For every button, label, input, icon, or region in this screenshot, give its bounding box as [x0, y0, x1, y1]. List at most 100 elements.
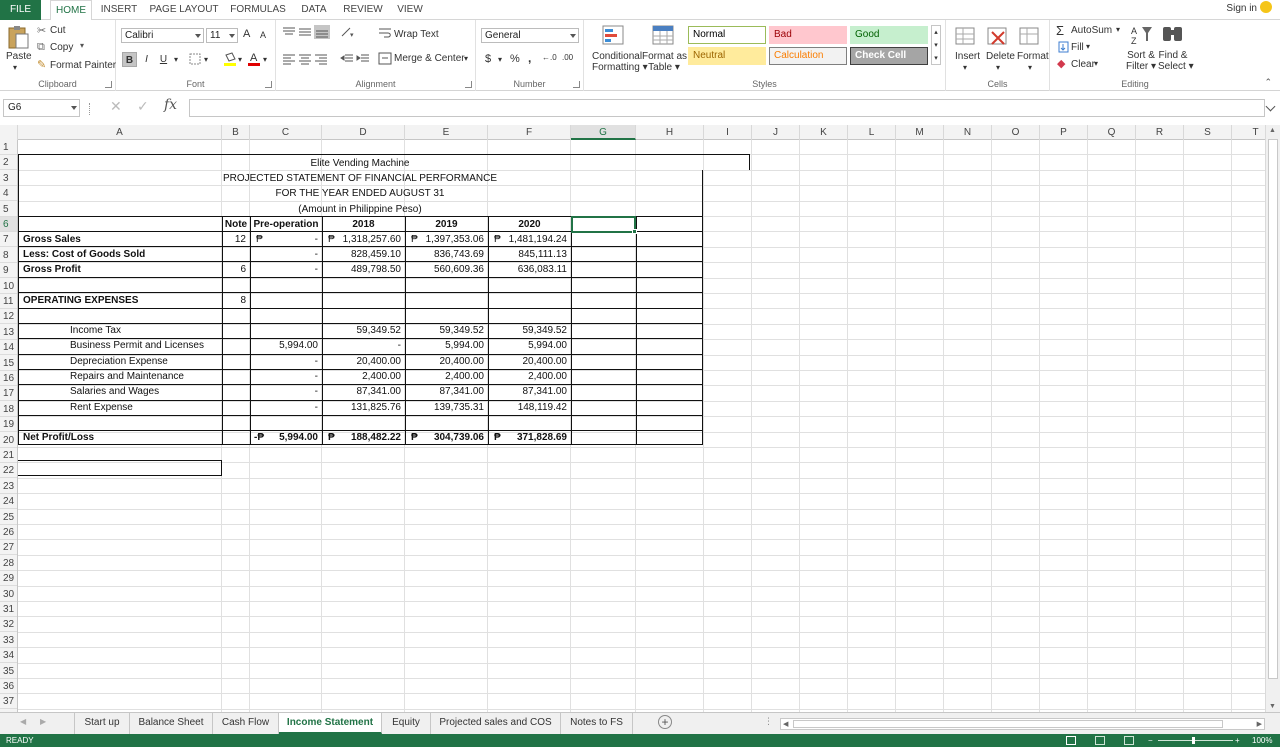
row-header-20[interactable]: 20 — [0, 433, 17, 448]
column-header-k[interactable]: K — [800, 125, 848, 140]
column-header-f[interactable]: F — [488, 125, 571, 140]
style-calculation[interactable]: Calculation — [769, 47, 847, 65]
column-header-p[interactable]: P — [1040, 125, 1088, 140]
align-top-icon[interactable] — [282, 26, 296, 38]
fill-button[interactable]: Fill — [1071, 42, 1084, 53]
sort-filter-button[interactable]: Sort & Filter ▾ — [1126, 50, 1156, 72]
row-header-4[interactable]: 4 — [0, 186, 17, 202]
row-header-23[interactable]: 23 — [0, 479, 17, 494]
tab-split-handle[interactable]: ⋮ — [764, 716, 773, 727]
tab-view[interactable]: VIEW — [394, 0, 426, 20]
insert-function-icon[interactable]: fx — [164, 97, 177, 113]
row-header-8[interactable]: 8 — [0, 248, 17, 263]
tab-home[interactable]: HOME — [50, 0, 92, 21]
row-header-28[interactable]: 28 — [0, 556, 17, 571]
scroll-up-icon[interactable]: ▲ — [1269, 127, 1276, 134]
percent-style-button[interactable]: % — [510, 53, 520, 65]
tab-data[interactable]: DATA — [296, 0, 332, 20]
row-header-35[interactable]: 35 — [0, 664, 17, 679]
row-header-10[interactable]: 10 — [0, 279, 17, 294]
horizontal-scroll-thumb[interactable] — [793, 720, 1223, 728]
column-header-c[interactable]: C — [250, 125, 322, 140]
normal-view-icon[interactable] — [1066, 736, 1076, 745]
row-header-29[interactable]: 29 — [0, 571, 17, 587]
grow-font-button[interactable]: A — [243, 28, 250, 40]
zoom-slider[interactable] — [1158, 740, 1233, 741]
tab-review[interactable]: REVIEW — [340, 0, 386, 20]
row-header-30[interactable]: 30 — [0, 587, 17, 602]
underline-button[interactable]: U — [156, 52, 171, 67]
sheet-tab-income-statement[interactable]: Income Statement — [279, 713, 382, 734]
worksheet-grid[interactable]: Elite Vending Machine PROJECTED STATEMEN… — [18, 140, 1265, 712]
fill-handle[interactable] — [632, 229, 637, 234]
clear-button[interactable]: Clear — [1071, 59, 1095, 70]
row-header-37[interactable]: 37 — [0, 694, 17, 710]
column-header-e[interactable]: E — [405, 125, 488, 140]
sign-in-link[interactable]: Sign in — [1226, 0, 1272, 20]
align-left-icon[interactable] — [282, 53, 296, 65]
comma-style-button[interactable]: , — [528, 51, 531, 65]
row-header-18[interactable]: 18 — [0, 402, 17, 417]
vertical-scroll-thumb[interactable] — [1268, 139, 1278, 679]
decrease-indent-icon[interactable] — [340, 53, 354, 65]
wrap-text-button[interactable]: Wrap Text — [394, 29, 439, 40]
borders-icon[interactable] — [189, 53, 201, 65]
row-header-24[interactable]: 24 — [0, 494, 17, 510]
column-header-n[interactable]: N — [944, 125, 992, 140]
tab-file[interactable]: FILE — [0, 0, 41, 20]
sheet-tab-projected-sales[interactable]: Projected sales and COS — [431, 713, 561, 734]
column-header-j[interactable]: J — [752, 125, 800, 140]
decrease-decimal-icon[interactable]: .00 — [562, 53, 573, 62]
row-header-26[interactable]: 26 — [0, 525, 17, 540]
row-header-31[interactable]: 31 — [0, 602, 17, 617]
row-header-5[interactable]: 5 — [0, 202, 17, 217]
cancel-icon[interactable]: ✕ — [110, 98, 122, 115]
sheet-tab-start-up[interactable]: Start up — [74, 713, 130, 734]
align-middle-icon[interactable] — [298, 26, 312, 38]
format-as-table-button[interactable]: Format as Table ▾ — [642, 51, 687, 73]
column-header-d[interactable]: D — [322, 125, 405, 140]
row-header-33[interactable]: 33 — [0, 633, 17, 648]
row-header-7[interactable]: 7 — [0, 232, 17, 248]
row-header-16[interactable]: 16 — [0, 371, 17, 386]
merge-center-button[interactable]: Merge & Center — [394, 53, 465, 64]
column-header-s[interactable]: S — [1184, 125, 1232, 140]
zoom-slider-thumb[interactable] — [1192, 737, 1195, 744]
column-header-g[interactable]: G — [571, 125, 636, 140]
column-header-m[interactable]: M — [896, 125, 944, 140]
clipboard-launcher[interactable] — [105, 81, 112, 88]
fill-color-icon[interactable] — [223, 51, 237, 67]
scroll-left-icon[interactable]: ◀ — [783, 719, 788, 730]
row-header-34[interactable]: 34 — [0, 648, 17, 664]
row-header-1[interactable]: 1 — [0, 140, 17, 155]
accounting-format-button[interactable]: $ — [485, 53, 491, 65]
sheet-tab-equity[interactable]: Equity — [382, 713, 431, 734]
sheet-tab-cash-flow[interactable]: Cash Flow — [213, 713, 279, 734]
column-header-q[interactable]: Q — [1088, 125, 1136, 140]
bold-button[interactable]: B — [122, 52, 137, 67]
delete-cells-button[interactable]: Delete — [986, 51, 1015, 62]
italic-button[interactable]: I — [139, 52, 154, 67]
horizontal-scrollbar[interactable]: ◀ ▶ — [780, 718, 1265, 730]
find-select-button[interactable]: Find & Select ▾ — [1158, 50, 1194, 72]
row-header-27[interactable]: 27 — [0, 540, 17, 556]
tab-insert[interactable]: INSERT — [97, 0, 141, 20]
style-good[interactable]: Good — [850, 26, 928, 44]
row-header-32[interactable]: 32 — [0, 617, 17, 633]
increase-indent-icon[interactable] — [356, 53, 370, 65]
smiley-icon[interactable] — [1260, 1, 1272, 14]
next-sheet-icon[interactable]: ▶ — [40, 717, 46, 726]
row-header-14[interactable]: 14 — [0, 340, 17, 356]
formula-input[interactable] — [189, 99, 1265, 117]
enter-icon[interactable]: ✓ — [137, 98, 149, 115]
row-header-21[interactable]: 21 — [0, 448, 17, 463]
shrink-font-button[interactable]: A — [260, 30, 266, 40]
new-sheet-icon[interactable]: + — [658, 715, 672, 729]
formula-bar-grip[interactable] — [89, 103, 92, 115]
row-header-6[interactable]: 6 — [0, 217, 17, 232]
page-layout-view-icon[interactable] — [1095, 736, 1105, 745]
alignment-launcher[interactable] — [465, 81, 472, 88]
format-cells-button[interactable]: Format — [1017, 51, 1049, 62]
row-header-3[interactable]: 3 — [0, 171, 17, 186]
column-header-b[interactable]: B — [222, 125, 250, 140]
